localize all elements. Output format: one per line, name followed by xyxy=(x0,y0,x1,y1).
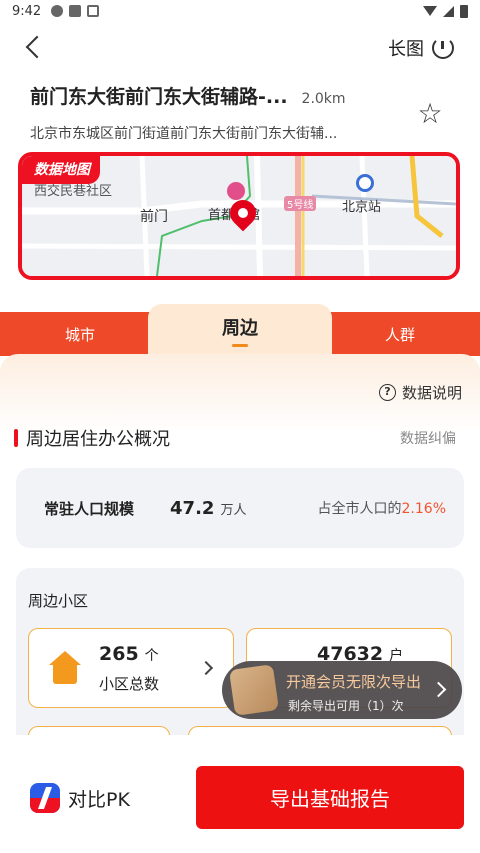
location-address: 北京市东城区前门街道前门东大街前门东大街辅... xyxy=(30,126,338,142)
favorite-star-icon[interactable]: ☆ xyxy=(416,100,444,128)
data-description-label: 数据说明 xyxy=(401,384,462,402)
compare-pk-label: 对比PK xyxy=(68,788,130,811)
category-tabs: 城市 人群 周边 xyxy=(0,304,480,356)
map-tag: 数据地图 xyxy=(22,156,100,184)
community-count-label: 小区总数 xyxy=(99,675,160,693)
long-image-label: 长图 xyxy=(388,39,424,60)
tab-nearby-label: 周边 xyxy=(222,317,258,339)
pk-icon xyxy=(30,783,60,813)
map-label-station: 北京站 xyxy=(342,200,382,215)
data-correction-link[interactable]: 数据纠偏 xyxy=(400,428,456,448)
tab-city-label: 城市 xyxy=(64,325,95,344)
section-title: 周边居住办公概况 xyxy=(14,425,170,451)
chevron-right-icon xyxy=(430,681,447,698)
subway-station-icon xyxy=(356,174,374,192)
wechat-icon xyxy=(51,5,64,17)
map-label-line5: 5号线 xyxy=(284,196,317,211)
promo-sub-text: 剩余导出可用（1）次 xyxy=(288,699,404,713)
nearby-title: 周边小区 xyxy=(28,592,89,610)
population-ratio-prefix: 占全市人口的 xyxy=(317,501,402,517)
location-distance: 2.0km xyxy=(301,91,346,107)
help-icon: ? xyxy=(378,384,396,401)
chevron-right-icon xyxy=(198,660,214,676)
active-tab-indicator xyxy=(232,343,248,347)
population-ratio-value: 2.16% xyxy=(401,501,446,517)
sync-icon xyxy=(69,5,82,17)
community-count: 265 个 xyxy=(99,643,159,665)
bottom-action-bar: 对比PK 导出基础报告 xyxy=(0,735,480,853)
data-description-link[interactable]: ? 数据说明 xyxy=(378,382,462,403)
membership-promo[interactable]: 开通会员无限次导出 剩余导出可用（1）次 xyxy=(222,661,462,719)
tab-crowd[interactable]: 人群 xyxy=(320,312,480,356)
battery-icon xyxy=(460,4,468,18)
community-count-value: 265 xyxy=(99,643,139,665)
population-ratio: 占全市人口的2.16% xyxy=(318,498,446,518)
export-report-button[interactable]: 导出基础报告 xyxy=(196,766,464,829)
section-title-text: 周边居住办公概况 xyxy=(26,429,170,450)
long-image-button[interactable]: 长图 xyxy=(388,35,454,61)
map-label-qianmen: 前门 xyxy=(140,209,168,225)
community-count-unit: 个 xyxy=(144,648,159,664)
promo-report-icon xyxy=(229,664,279,716)
tab-crowd-label: 人群 xyxy=(384,325,415,344)
refresh-icon xyxy=(432,37,454,59)
data-map[interactable]: 数据地图 西交民巷社区 前门 首都宾馆 5号线 北京站 xyxy=(18,152,460,280)
top-bar: 长图 xyxy=(0,30,480,66)
signal-icon xyxy=(443,5,454,17)
status-bar: 9:42 xyxy=(0,0,480,22)
house-icon xyxy=(49,651,81,685)
location-title: 前门东大街前门东大街辅路-... xyxy=(30,86,288,108)
promo-main-text: 开通会员无限次导出 xyxy=(286,673,422,691)
tab-city[interactable]: 城市 xyxy=(0,312,160,356)
population-card: 常驻人口规模 47.2 万人 占全市人口的2.16% xyxy=(16,468,464,548)
population-unit: 万人 xyxy=(220,502,247,518)
community-count-card[interactable]: 265 个 小区总数 xyxy=(28,628,234,708)
population-label: 常驻人口规模 xyxy=(44,499,135,518)
back-icon[interactable] xyxy=(22,34,50,62)
notification-icon xyxy=(87,5,100,17)
location-header: 前门东大街前门东大街辅路-... 2.0km 北京市东城区前门街道前门东大街前门… xyxy=(30,82,470,143)
population-value: 47.2 xyxy=(170,497,215,519)
wifi-icon xyxy=(423,6,437,16)
hotel-icon xyxy=(227,182,245,200)
compare-pk-button[interactable]: 对比PK xyxy=(30,783,130,813)
section-title-bar xyxy=(14,429,18,447)
status-time: 9:42 xyxy=(12,3,42,19)
tab-nearby[interactable]: 周边 xyxy=(148,304,332,356)
